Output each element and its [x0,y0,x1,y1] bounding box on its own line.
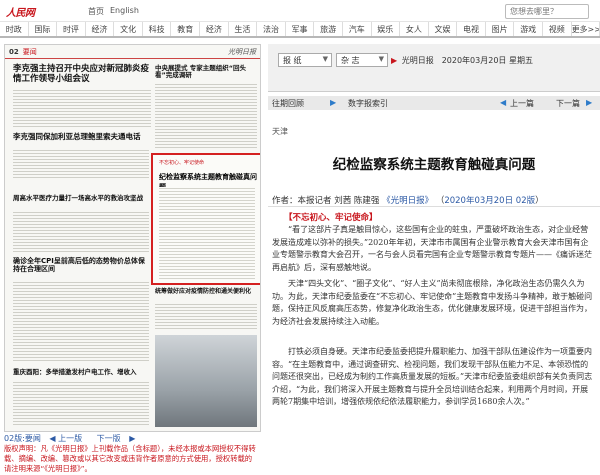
article-meta: 作者：本报记者 刘茜 陈建强 《光明日报》 （2020年03月20日 02版） [272,196,544,206]
past-issues-link[interactable]: 往期回顾 [272,98,304,109]
story-text-2 [155,83,257,149]
nav-item[interactable]: 娱乐 [372,22,401,36]
nav-item[interactable]: 时政 [0,22,29,36]
story-headline-4[interactable]: 周高水平医疗力量打一场高水平的救治攻坚战 [13,194,151,202]
selected-article-box[interactable]: 不忘初心、牢记使命 纪检监察系统主题教育触碰真问题 [151,153,260,285]
nav-item[interactable]: 科技 [143,22,172,36]
story-text-3 [13,149,149,179]
article-page: 02版 [515,196,536,206]
pager-next-label: 下一版 [96,434,121,443]
page-pager: 02版:要闻 ◀ 上一版 下一版 ▶ [4,433,261,443]
divider [268,206,600,207]
nav-item[interactable]: 汽车 [343,22,372,36]
chevron-down-icon: ▼ [378,55,384,63]
nav-item[interactable]: 女人 [400,22,429,36]
paper-masthead: 光明日报 [228,47,256,56]
nav-item[interactable]: 旅游 [314,22,343,36]
page-section: 要闻 [22,47,37,56]
nav-item[interactable]: 文化 [114,22,143,36]
nav-item[interactable]: 文娱 [429,22,458,36]
nav-item[interactable]: 电视 [457,22,486,36]
story-text-6 [13,381,149,427]
highlight-text [159,187,255,279]
top-bar: 人民网 首页 English [0,0,600,22]
pager-next[interactable]: 下一版 ▶ [97,434,136,443]
arrow-right-icon: ▶ [586,98,593,107]
arrow-right-icon: ▶ [330,98,337,107]
main-nav: 时政 国际 时评 经济 文化 科技 教育 经济 生活 法治 军事 旅游 汽车 娱乐 女人 文娱 电视 图片 游戏 视频… [0,22,600,38]
newspaper-page: 02 要闻 光明日报 李克强主持召开中央应对新冠肺炎疫情工作领导小组会议 中央展… [4,44,261,432]
story-headline-1[interactable]: 李克强主持召开中央应对新冠肺炎疫情工作领导小组会议 [13,64,153,85]
article-paragraph-3: 打铁必须自身硬。天津市纪委监委把提升履职能力、加强干部队伍建设作为一项重要内容。… [272,347,593,406]
nav-item[interactable]: 经济 [86,22,115,36]
article-source: 天津 [272,127,288,136]
type-select[interactable]: 杂 志 ▼ [336,53,388,67]
article-date: 2020年03月20日 [444,196,514,206]
issue-date-text: 光明日报 2020年03月20日 星期五 [401,56,533,65]
nav-item[interactable]: 国际 [29,22,58,36]
highlight-kicker: 不忘初心、牢记使命 [159,160,205,166]
story-headline-2[interactable]: 中央展提式 专家主题组织“回头看”完成调研 [155,64,259,80]
story-headline-7[interactable]: 统筹做好应对疫情防控和通关便利化 [155,288,259,296]
story-headline-6[interactable]: 重庆酉阳：多举措激发村户电工作、增收入 [13,368,151,376]
prev-article-link[interactable]: 上一篇 [510,98,534,109]
article-subnav: 往期回顾 ▶ 数字报索引 ◀ 上一篇 下一篇 ▶ [268,96,600,110]
paper-select[interactable]: 报 纸 ▼ [278,53,332,67]
article-source-name[interactable]: 《光明日报》 [382,196,433,206]
article-paragraph-1: “看了这部片子真是触目惊心，这些国有企业的蛀虫，严重破坏政治生态，对企业经营发展… [272,225,592,272]
issue-date: ▶ 光明日报 2020年03月20日 星期五 [391,55,533,66]
story-headline-5[interactable]: 确诊全年CPI呈前高后低的态势物价总体保持在合理区间 [13,257,151,273]
story-text-4 [13,211,149,253]
edition-selector-bar: 报 纸 ▼ 杂 志 ▼ ▶ 光明日报 2020年03月20日 星期五 [268,44,600,92]
article-paragraph-2: 天津“四头文化”、“圈子文化”、“好人主义”尚未彻底根除，净化政治生态仍需久久为… [272,279,593,326]
nav-item[interactable]: 生活 [229,22,258,36]
paper-header: 02 要闻 光明日报 [5,45,260,59]
story-headline-3[interactable]: 李克强同保加利亚总理鲍里索夫通电话 [13,132,153,142]
copyright-notice: 版权声明：凡《光明日报》上刊载作品（含标题），未经本报或本网授权不得转载、摘编、… [4,444,256,472]
nav-item[interactable]: 视频 [543,22,572,36]
page-number: 02 [9,47,19,56]
type-select-value: 杂 志 [341,56,360,65]
nav-item[interactable]: 更多>> [572,22,600,36]
digital-index-link[interactable]: 数字报索引 [348,98,388,109]
chevron-down-icon: ▼ [322,55,328,63]
site-logo[interactable]: 人民网 [6,4,64,19]
search-input[interactable] [505,4,589,19]
story-text-7 [155,303,257,331]
story-text-5 [13,281,149,361]
nav-item[interactable]: 游戏 [514,22,543,36]
next-article-link[interactable]: 下一篇 [556,98,580,109]
nav-item[interactable]: 时评 [57,22,86,36]
pager-prev-label: 上一版 [58,434,83,443]
arrow-left-icon: ◀ [500,98,507,107]
news-photo [155,335,257,427]
article-author: 作者：本报记者 刘茜 陈建强 [272,196,380,206]
nav-item[interactable]: 教育 [171,22,201,36]
article-title: 纪检监察系统主题教育触碰真问题 [332,157,536,173]
nav-item[interactable]: 经济 [200,22,229,36]
paper-select-value: 报 纸 [283,56,302,65]
nav-item[interactable]: 军事 [286,22,315,36]
nav-item[interactable]: 图片 [486,22,515,36]
english-link[interactable]: English [110,6,139,15]
home-link[interactable]: 首页 [88,6,104,17]
article-subhead: 【不忘初心、牢记使命】 [284,213,378,223]
nav-item[interactable]: 法治 [257,22,286,36]
story-text-1 [13,89,151,129]
pager-prev[interactable]: ◀ 上一版 [49,434,88,443]
pager-page-label[interactable]: 02版:要闻 [4,434,41,443]
arrow-right-icon: ▶ [391,56,398,65]
